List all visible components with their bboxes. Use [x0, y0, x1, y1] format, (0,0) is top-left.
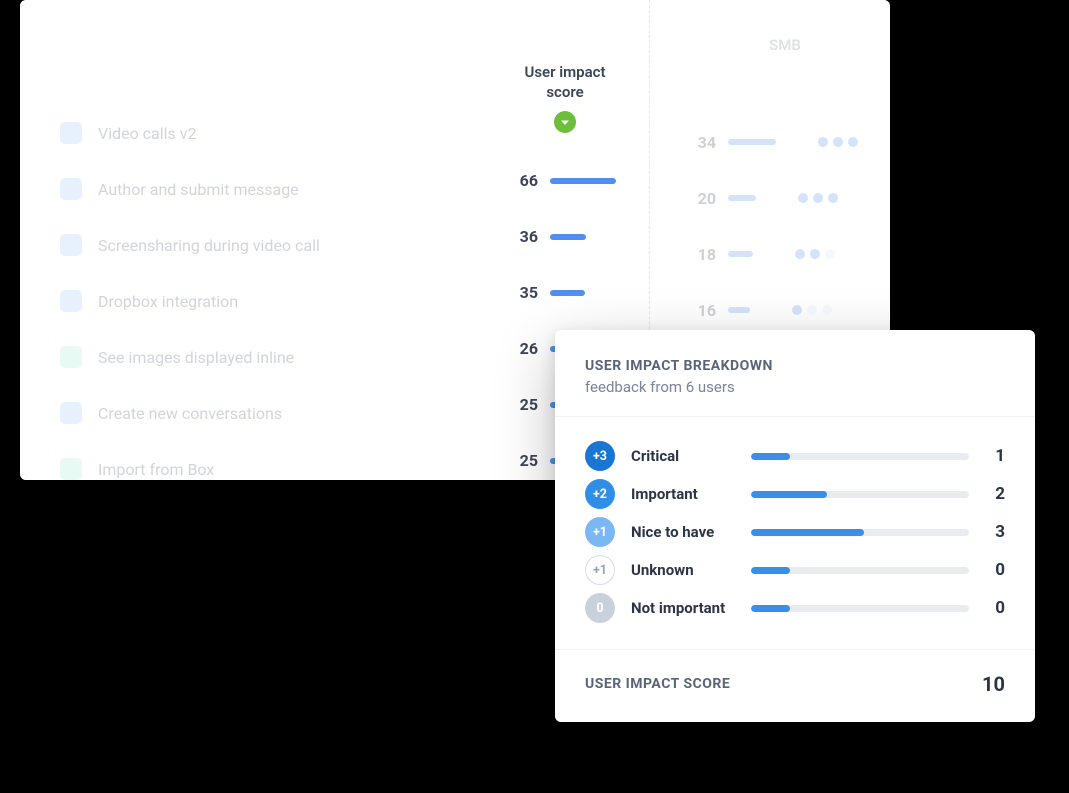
feature-label: Dropbox integration — [98, 292, 238, 311]
dot-icon — [825, 249, 835, 259]
feature-color-box — [60, 290, 82, 312]
smb-bar — [728, 307, 750, 313]
dot-icon — [798, 193, 808, 203]
popover-footer-score: 10 — [982, 672, 1005, 696]
score-header-line1: User impact — [524, 63, 605, 81]
breakdown-count: 2 — [989, 484, 1005, 504]
feature-row[interactable]: Dropbox integration — [60, 273, 480, 329]
smb-bar — [728, 139, 776, 145]
breakdown-bar — [751, 453, 969, 460]
score-row: 35 — [480, 265, 650, 321]
smb-dots — [818, 137, 858, 147]
feature-label: Create new conversations — [98, 404, 282, 423]
feature-color-box — [60, 178, 82, 200]
score-value: 26 — [510, 339, 538, 358]
weight-badge: +1 — [585, 517, 615, 547]
score-row: 66 — [480, 153, 650, 209]
breakdown-label: Nice to have — [631, 523, 751, 541]
dot-icon — [810, 249, 820, 259]
breakdown-count: 0 — [989, 598, 1005, 618]
smb-value: 16 — [690, 301, 716, 320]
breakdown-row: 0 Not important 0 — [585, 589, 1005, 627]
popover-body: +3Critical1+2Important2+1Nice to have3+1… — [555, 416, 1035, 649]
feature-label: Author and submit message — [98, 180, 299, 199]
popover-header: USER IMPACT BREAKDOWN feedback from 6 us… — [555, 330, 1035, 416]
smb-dots — [795, 249, 835, 259]
dot-icon — [795, 249, 805, 259]
score-value: 35 — [510, 283, 538, 302]
dot-icon — [792, 305, 802, 315]
dot-icon — [813, 193, 823, 203]
feature-color-box — [60, 458, 82, 480]
user-impact-breakdown-popover: USER IMPACT BREAKDOWN feedback from 6 us… — [555, 330, 1035, 722]
smb-dots — [792, 305, 832, 315]
feature-row[interactable]: Video calls v2 — [60, 105, 480, 161]
breakdown-bar — [751, 491, 969, 498]
smb-row: 20 — [660, 170, 910, 226]
feature-row[interactable]: Import from Box — [60, 441, 480, 497]
breakdown-bar — [751, 605, 969, 612]
breakdown-row: +1 Unknown 0 — [585, 551, 1005, 589]
weight-badge: +2 — [585, 479, 615, 509]
feature-label: Screensharing during video call — [98, 236, 320, 255]
feature-row[interactable]: See images displayed inline — [60, 329, 480, 385]
dot-icon — [828, 193, 838, 203]
feature-color-box — [60, 402, 82, 424]
feature-label: Video calls v2 — [98, 124, 197, 143]
breakdown-bar — [751, 567, 969, 574]
dot-icon — [848, 137, 858, 147]
feature-row[interactable]: Author and submit message — [60, 161, 480, 217]
feature-label: See images displayed inline — [98, 348, 294, 367]
feature-list: Video calls v2 Author and submit message S… — [20, 105, 480, 497]
sort-descending-icon[interactable] — [554, 111, 576, 133]
feature-color-box — [60, 234, 82, 256]
breakdown-label: Not important — [631, 599, 751, 617]
weight-badge: +1 — [585, 555, 615, 585]
breakdown-row: +3 Critical 1 — [585, 437, 1005, 475]
breakdown-row: +2 Important 2 — [585, 475, 1005, 513]
dot-icon — [822, 305, 832, 315]
breakdown-label: Unknown — [631, 561, 751, 579]
score-column-header[interactable]: User impact score — [480, 0, 650, 133]
dot-icon — [833, 137, 843, 147]
popover-footer-label: USER IMPACT SCORE — [585, 676, 730, 692]
weight-badge: +3 — [585, 441, 615, 471]
popover-title: USER IMPACT BREAKDOWN — [585, 358, 1005, 374]
breakdown-label: Critical — [631, 447, 751, 465]
breakdown-label: Important — [631, 485, 751, 503]
smb-value: 34 — [690, 133, 716, 152]
score-value: 66 — [510, 171, 538, 190]
score-bar — [550, 178, 616, 184]
popover-footer: USER IMPACT SCORE 10 — [555, 649, 1035, 722]
dot-icon — [807, 305, 817, 315]
feature-row[interactable]: Screensharing during video call — [60, 217, 480, 273]
score-row: 36 — [480, 209, 650, 265]
smb-bar — [728, 251, 753, 257]
score-bar — [550, 234, 586, 240]
feature-color-box — [60, 122, 82, 144]
score-value: 25 — [510, 395, 538, 414]
smb-row: 34 — [660, 114, 910, 170]
score-header-line2: score — [546, 83, 583, 101]
smb-value: 18 — [690, 245, 716, 264]
feature-label: Import from Box — [98, 460, 214, 479]
popover-subtitle: feedback from 6 users — [585, 378, 1005, 396]
smb-dots — [798, 193, 838, 203]
score-value: 36 — [510, 227, 538, 246]
smb-value: 20 — [690, 189, 716, 208]
breakdown-count: 1 — [989, 446, 1005, 466]
score-bar — [550, 290, 585, 296]
breakdown-row: +1 Nice to have 3 — [585, 513, 1005, 551]
weight-badge: 0 — [585, 593, 615, 623]
smb-column-header[interactable]: SMB — [660, 0, 910, 54]
breakdown-bar — [751, 529, 969, 536]
dot-icon — [818, 137, 828, 147]
smb-bar — [728, 195, 756, 201]
feature-row[interactable]: Create new conversations — [60, 385, 480, 441]
breakdown-count: 0 — [989, 560, 1005, 580]
smb-row: 18 — [660, 226, 910, 282]
feature-color-box — [60, 346, 82, 368]
score-value: 25 — [510, 451, 538, 470]
breakdown-count: 3 — [989, 522, 1005, 542]
